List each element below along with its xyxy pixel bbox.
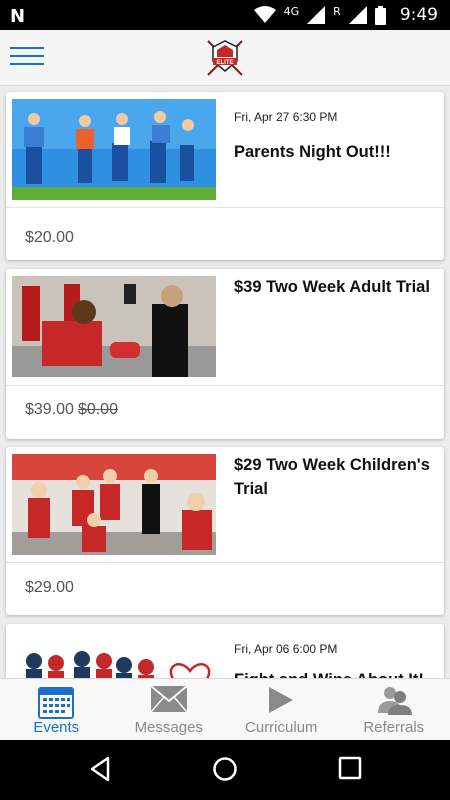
svg-text:ELITE: ELITE xyxy=(216,60,233,66)
event-card[interactable]: $29 Two Week Children's Trial $29.00 xyxy=(6,447,444,615)
wifi-icon xyxy=(253,6,276,23)
event-date: Fri, Apr 06 6:00 PM xyxy=(234,642,338,656)
bottom-nav: Events Messages Curriculum Referrals xyxy=(0,678,450,740)
event-price: $39.00 $0.00 xyxy=(25,401,118,418)
back-icon[interactable] xyxy=(88,756,112,782)
menu-icon[interactable] xyxy=(10,45,44,67)
nav-label: Events xyxy=(33,719,80,736)
nav-messages[interactable]: Messages xyxy=(113,679,226,740)
network-type: 4G xyxy=(283,4,300,18)
nav-label: Curriculum xyxy=(244,719,318,736)
status-icons: 4G R 9:49 xyxy=(253,4,438,26)
people-icon xyxy=(377,687,412,715)
app-header: ELITE xyxy=(0,30,450,86)
original-price: $0.00 xyxy=(77,401,118,418)
event-price: $20.00 xyxy=(25,229,74,246)
nav-label: Referrals xyxy=(363,719,425,736)
home-icon[interactable] xyxy=(212,756,238,782)
play-icon xyxy=(269,687,294,713)
envelope-icon xyxy=(150,685,188,713)
event-card[interactable]: Fri, Apr 06 6:00 PM Fight and Wine About… xyxy=(6,624,444,678)
event-card[interactable]: Fri, Apr 27 6:30 PM Parents Night Out!!!… xyxy=(6,92,444,260)
signal-icon xyxy=(348,6,367,24)
roaming-indicator: R xyxy=(333,4,341,18)
recents-icon[interactable] xyxy=(338,756,362,780)
nav-curriculum[interactable]: Curriculum xyxy=(225,679,338,740)
nav-referrals[interactable]: Referrals xyxy=(338,679,450,740)
event-image xyxy=(12,276,216,377)
calendar-icon xyxy=(38,687,75,719)
event-image xyxy=(12,631,216,678)
events-feed[interactable]: Fri, Apr 27 6:30 PM Parents Night Out!!!… xyxy=(0,86,450,678)
card-divider xyxy=(6,385,444,386)
event-title: $39 Two Week Adult Trial xyxy=(234,278,430,296)
event-title: $29 Two Week Children's Trial xyxy=(234,456,430,498)
nav-label: Messages xyxy=(134,719,203,736)
signal-icon xyxy=(307,6,326,24)
notification-n-icon: N xyxy=(10,6,26,27)
clock: 9:49 xyxy=(399,5,438,25)
card-divider xyxy=(6,207,444,208)
event-title: Fight and Wine About It! xyxy=(234,668,439,678)
event-title: Parents Night Out!!! xyxy=(234,143,391,161)
card-divider xyxy=(6,562,444,563)
event-card[interactable]: $39 Two Week Adult Trial $39.00 $0.00 xyxy=(6,269,444,439)
event-image xyxy=(12,99,216,200)
battery-icon xyxy=(374,5,386,25)
elite-logo: ELITE xyxy=(207,40,243,76)
event-price: $29.00 xyxy=(25,579,74,596)
event-image xyxy=(12,454,216,555)
event-date: Fri, Apr 27 6:30 PM xyxy=(234,110,338,124)
status-bar: N 4G R 9:49 xyxy=(0,0,450,30)
nav-events[interactable]: Events xyxy=(0,679,113,740)
system-nav-bar xyxy=(0,740,450,800)
